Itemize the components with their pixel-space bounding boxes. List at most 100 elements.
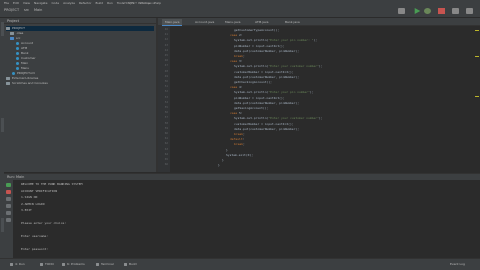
code-token: data.put(customerNumber, pinNumber); (234, 74, 300, 79)
menu-item-help[interactable]: Help (154, 1, 161, 5)
tree-item-label: ATM (21, 46, 28, 50)
editor-tab[interactable]: Account.java (192, 19, 217, 25)
code-line: getCustomerTypeAccount(); (234, 28, 279, 32)
code-token: getCheckingAccount(); (234, 80, 272, 84)
java-class-icon (16, 46, 19, 50)
code-line: pinNumber = input.nextInt(); (234, 96, 285, 100)
rerun-icon[interactable] (6, 183, 11, 187)
code-line: break; (234, 142, 245, 146)
tree-item-label: Scratches and Consoles (12, 81, 48, 85)
line-number: 53 (164, 95, 168, 99)
menu-item-analyze[interactable]: Analyze (63, 1, 75, 5)
line-number: 57 (164, 116, 168, 120)
status-tool-button[interactable]: 4: Run (15, 261, 25, 268)
breadcrumb-project[interactable]: PROJECT (4, 8, 19, 12)
keyword-token: case (230, 33, 240, 38)
java-class-icon (16, 41, 19, 45)
stop-run-icon[interactable] (6, 190, 11, 194)
folder-icon (6, 26, 10, 30)
run-icon[interactable] (414, 8, 421, 14)
keyword-token: case (230, 85, 240, 90)
line-number: 44 (164, 48, 168, 52)
editor-tab[interactable]: Main.java (162, 19, 183, 26)
scroll-end-icon[interactable] (6, 204, 11, 208)
event-log-button[interactable]: Event Log (450, 261, 465, 268)
trash-icon[interactable] (6, 218, 11, 222)
pause-icon[interactable] (6, 197, 11, 201)
code-token: ; (243, 142, 245, 147)
code-token: } (218, 163, 220, 168)
code-token: getCustomerTypeAccount(); (234, 28, 280, 32)
status-tool-button[interactable]: TODO (45, 261, 54, 268)
print-icon[interactable] (6, 211, 11, 215)
console-line: Enter username: (21, 234, 49, 238)
keyword-token: break (234, 54, 244, 58)
menu-item-build[interactable]: Build (96, 1, 104, 5)
code-line: data.put(customerNumber, pinNumber); (234, 49, 299, 53)
code-editor[interactable]: getCustomerTypeAccount(); case 2: System.o… (170, 26, 480, 172)
line-number: 54 (164, 100, 168, 104)
folder-icon (6, 81, 10, 85)
error-stripe[interactable] (474, 26, 480, 172)
console-line: 2.ADMIN LOGIN (21, 201, 45, 206)
warning-marker[interactable] (475, 56, 479, 57)
debug-icon[interactable] (424, 8, 431, 14)
menu-item-refactor[interactable]: Refactor (79, 1, 92, 5)
run-console[interactable]: WELCOME TO THE PUNK BANKING SYSTEM ACCOUN… (13, 180, 480, 258)
tree-item-label: .idea (16, 31, 24, 35)
build-icon[interactable] (398, 8, 405, 14)
status-tool-button[interactable]: Terminal (101, 261, 114, 268)
tree-item-label: PROJECT (12, 26, 25, 30)
menu-item-code[interactable]: Code (51, 1, 59, 5)
line-number: 65 (164, 158, 168, 161)
line-number-gutter: 40 41 42 43 44 45 46 47 48 49 50 51 52 53 54 55 56 57 58 59… (158, 26, 170, 172)
breadcrumb-main[interactable]: Main (34, 8, 42, 12)
code-token: ; (243, 54, 245, 58)
string-token: "Enter your pin number" (268, 90, 310, 95)
menu-item-view[interactable]: View (23, 1, 30, 5)
editor-tab[interactable]: ATM.java (252, 19, 271, 25)
breadcrumb-src[interactable]: src (24, 8, 29, 12)
menu-item-edit[interactable]: Edit (13, 1, 19, 5)
status-tool-button[interactable]: 6: Problems (67, 261, 85, 268)
code-line: System.out.println("Enter your pin numbe… (234, 38, 317, 42)
stop-icon[interactable] (438, 8, 445, 14)
console-line: Enter password: (21, 247, 49, 251)
line-number: 48 (164, 69, 168, 73)
code-token: ); (309, 90, 314, 95)
code-token: } (226, 147, 228, 152)
status-tool-button[interactable]: Build (129, 261, 137, 268)
line-number: 58 (164, 121, 168, 125)
code-token: ); (318, 116, 323, 121)
tree-item-label: External Libraries (12, 76, 39, 80)
warning-marker[interactable] (475, 96, 479, 97)
menu-item-file[interactable]: File (4, 1, 9, 5)
editor-tab[interactable]: Menu.java (222, 19, 243, 25)
menu-item-navigate[interactable]: Navigate (34, 1, 47, 5)
tree-item[interactable]: PROJECT (6, 26, 154, 31)
folder-icon (6, 76, 10, 80)
folder-icon (10, 36, 14, 40)
settings-icon[interactable] (452, 8, 459, 14)
code-token: 2: (239, 33, 243, 38)
search-icon[interactable] (466, 8, 473, 14)
code-token: pinNumber = input.nextInt(); (234, 43, 285, 48)
keyword-token: case (230, 111, 240, 116)
line-number: 66 (164, 163, 168, 167)
code-line: pinNumber = input.nextInt(); (234, 44, 285, 48)
code-line: break; (234, 132, 245, 136)
run-panel-header[interactable]: Run: Main (4, 173, 480, 180)
java-class-icon (16, 56, 19, 60)
console-line: ACCOUNT VERIFICATION (21, 188, 58, 193)
tree-item[interactable]: Scratches and Consoles (6, 81, 48, 86)
tool-window-icon (124, 263, 127, 266)
run-toolbar (4, 180, 13, 258)
menu-item-run[interactable]: Run (107, 1, 113, 5)
project-panel-header[interactable]: Project (4, 18, 156, 24)
line-number: 45 (164, 54, 168, 57)
code-token: System.out.println( (234, 64, 269, 69)
code-line: getSavingAccount(); (234, 106, 268, 110)
warning-marker[interactable] (475, 30, 479, 31)
editor-tab[interactable]: Bank.java (282, 19, 303, 25)
line-number: 52 (164, 90, 168, 94)
